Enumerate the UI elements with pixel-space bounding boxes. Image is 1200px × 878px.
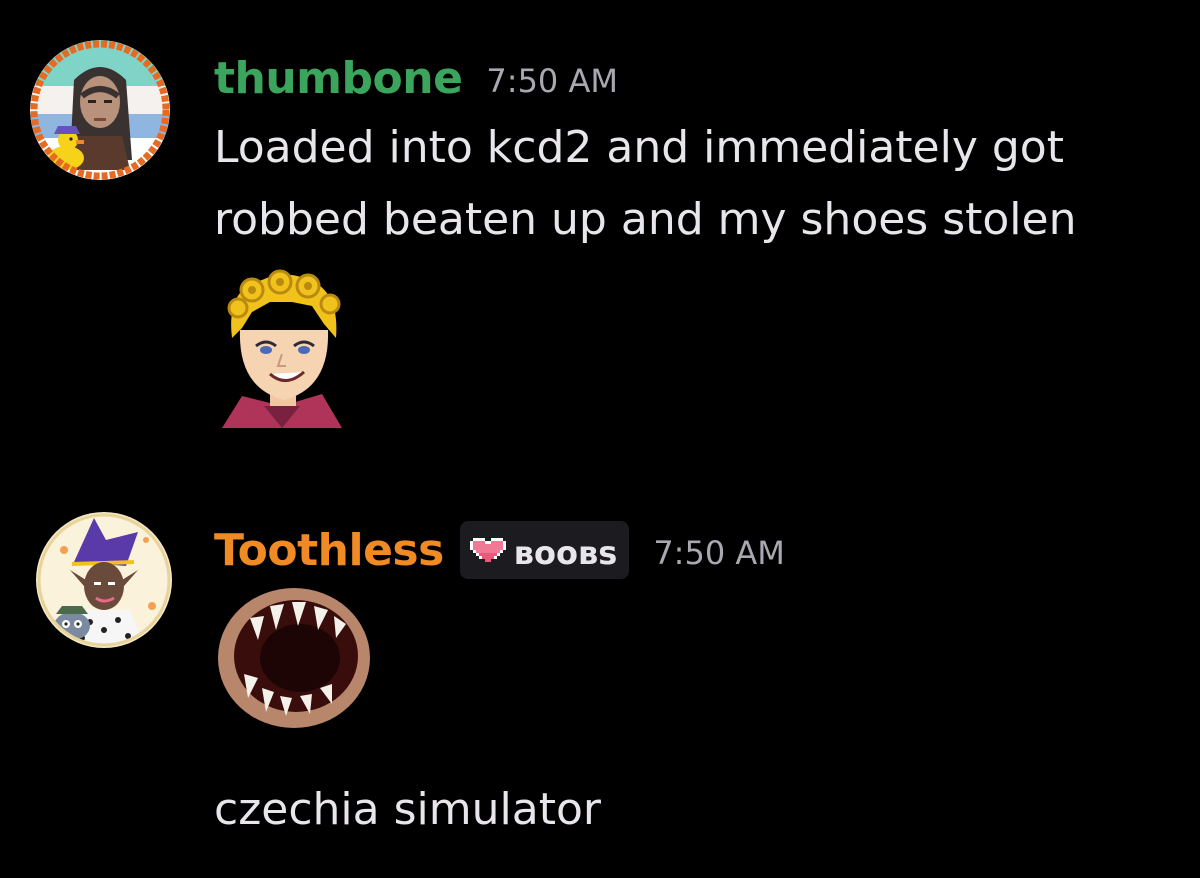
anime-character-emoji[interactable] bbox=[212, 268, 352, 428]
smiling-anime-face-icon bbox=[222, 269, 342, 428]
user-avatar-toothless[interactable] bbox=[34, 510, 174, 650]
message-text-line: Loaded into kcd2 and immediately got bbox=[214, 122, 1064, 173]
username[interactable]: thumbone bbox=[214, 53, 463, 104]
message-text-line: czechia simulator bbox=[214, 784, 601, 835]
username[interactable]: Toothless bbox=[214, 525, 444, 576]
tag-text: ʙᴏᴏʙs bbox=[513, 534, 618, 572]
toothy-mouth-icon bbox=[218, 588, 370, 728]
message-text-line: robbed beaten up and my shoes stolen bbox=[214, 194, 1077, 245]
message-header: Toothless ʙᴏᴏʙs 7:50 AM bbox=[214, 518, 785, 582]
purple-hat-character-avatar-icon bbox=[36, 512, 172, 648]
message-toothless: Toothless ʙᴏᴏʙs 7:50 AM czechia simulato… bbox=[0, 500, 1200, 878]
timestamp[interactable]: 7:50 AM bbox=[486, 62, 618, 100]
message-thumbone: thumbone 7:50 AM Loaded into kcd2 and im… bbox=[0, 0, 1200, 470]
pixel-heart-icon bbox=[469, 538, 506, 562]
user-avatar-thumbone[interactable] bbox=[30, 40, 170, 180]
hooded-figure-avatar-icon bbox=[30, 40, 170, 180]
message-header: thumbone 7:50 AM bbox=[214, 50, 618, 106]
timestamp[interactable]: 7:50 AM bbox=[653, 534, 785, 572]
server-tag-badge[interactable]: ʙᴏᴏʙs bbox=[459, 521, 630, 579]
toothy-mouth-emoji[interactable] bbox=[214, 582, 374, 734]
